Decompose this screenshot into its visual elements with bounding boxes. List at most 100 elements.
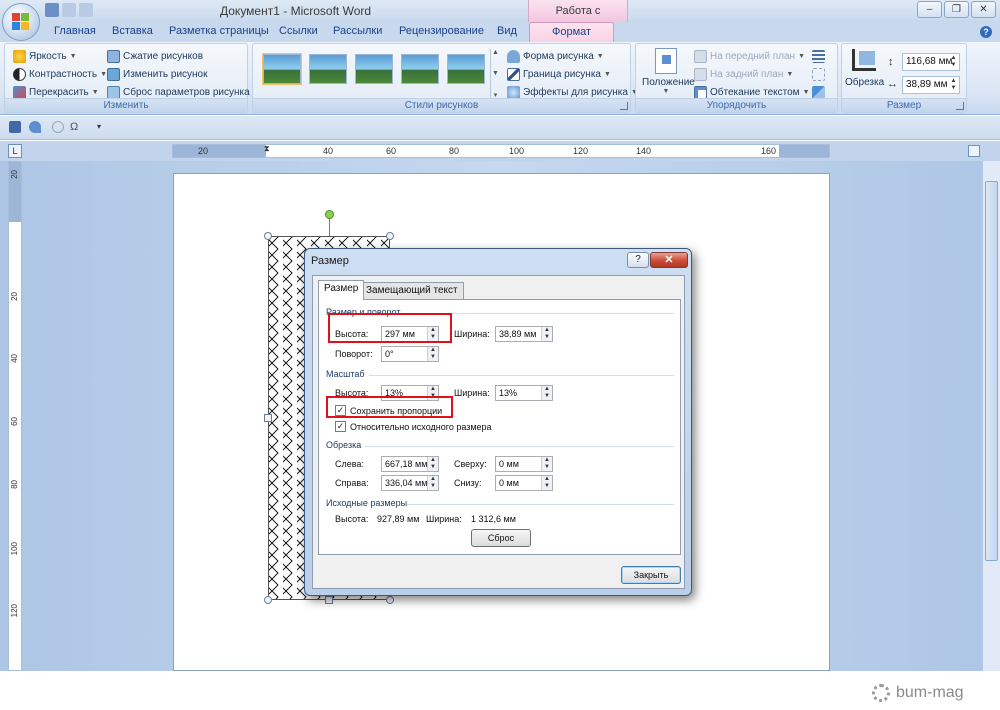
redo-icon[interactable] (79, 3, 93, 17)
close-button[interactable]: Закрыть (621, 566, 681, 584)
original-height-label: Высота: (335, 514, 369, 524)
resize-handle[interactable] (325, 596, 333, 604)
compress-pictures-button[interactable]: Сжатие рисунков (107, 48, 203, 64)
change-picture-button[interactable]: Изменить рисунок (107, 66, 208, 82)
original-width-value: 1 312,6 мм (471, 514, 516, 524)
group-styles-label: Стили рисунков (253, 98, 630, 112)
tab-format[interactable]: Формат (529, 22, 615, 43)
styles-launcher-icon[interactable] (620, 102, 628, 110)
crop-top-spinner[interactable]: ▲ ▼ (541, 457, 552, 471)
scrollbar-thumb[interactable] (985, 181, 998, 561)
reset-button[interactable]: Сброс (471, 529, 531, 547)
crop-bottom-input[interactable]: 0 мм ▲ ▼ (495, 475, 553, 491)
tab-mailings[interactable]: Рассылки (333, 25, 382, 37)
crop-top-input[interactable]: 0 мм ▲ ▼ (495, 456, 553, 472)
crop-left-input[interactable]: 667,18 мм ▲ ▼ (381, 456, 439, 472)
send-back-button[interactable]: На задний план ▼ (694, 66, 793, 82)
tab-review[interactable]: Рецензирование (399, 25, 484, 37)
dialog-help-button[interactable]: ? (627, 252, 649, 268)
scale-width-spinner[interactable]: ▲ ▼ (541, 386, 552, 400)
indent-marker-icon[interactable]: ⧗ (264, 144, 270, 154)
group-arrange: Положение ▼ На передний план ▼ На задний п… (635, 43, 838, 113)
quick-access-toolbar: Ω ▾ (0, 116, 1000, 140)
tab-alt-text[interactable]: Замещающий текст (360, 282, 464, 299)
ruler-number: 160 (761, 146, 777, 156)
bring-front-label: На передний план (710, 50, 796, 62)
crop-right-spinner[interactable]: ▲ ▼ (427, 476, 438, 490)
tab-home[interactable]: Главная (54, 25, 96, 37)
width-input[interactable]: 38,89 мм ▲ ▼ (495, 326, 553, 342)
tab-insert[interactable]: Вставка (112, 25, 153, 37)
picture-style-1[interactable] (262, 53, 302, 85)
picture-style-3[interactable] (355, 54, 393, 84)
ruler-number: 80 (10, 480, 19, 489)
resize-handle[interactable] (386, 596, 394, 604)
scale-width-value: 13% (499, 388, 518, 398)
ribbon-height-input[interactable]: 116,68 мм ▲ ▼ (902, 53, 960, 71)
rotation-handle[interactable] (325, 210, 334, 219)
vertical-ruler[interactable]: 20 20 40 60 80 100 120 (8, 161, 22, 671)
crop-left-value: 667,18 мм (385, 459, 428, 469)
send-back-label: На задний план (710, 68, 784, 80)
width-spinner[interactable]: ▲ ▼ (949, 78, 958, 92)
crop-right-input[interactable]: 336,04 мм ▲ ▼ (381, 475, 439, 491)
undo-icon[interactable] (62, 3, 76, 17)
restore-button[interactable]: ❐ (944, 1, 969, 18)
save-icon[interactable] (45, 3, 59, 17)
resize-handle[interactable] (386, 232, 394, 240)
size-launcher-icon[interactable] (956, 102, 964, 110)
customize-qat-icon[interactable]: ▾ (97, 121, 109, 133)
align-button[interactable] (812, 48, 825, 64)
vertical-scrollbar[interactable] (982, 161, 1000, 671)
picture-style-4[interactable] (401, 54, 439, 84)
crop-bottom-spinner[interactable]: ▲ ▼ (541, 476, 552, 490)
office-button[interactable] (2, 3, 40, 41)
crop-left-spinner[interactable]: ▲ ▼ (427, 457, 438, 471)
symbol-icon[interactable]: Ω (70, 121, 82, 133)
picture-shape-label: Форма рисунка (523, 50, 594, 62)
tab-page-layout[interactable]: Разметка страницы (169, 25, 269, 37)
picture-style-2[interactable] (309, 54, 347, 84)
reset-picture-label: Сброс параметров рисунка (123, 86, 250, 98)
resize-handle[interactable] (264, 414, 272, 422)
contrast-button[interactable]: Контрастность ▼ (13, 66, 107, 82)
picture-style-5[interactable] (447, 54, 485, 84)
height-spinner[interactable]: ▲ ▼ (949, 55, 958, 69)
gallery-scroll[interactable]: ▲ ▼ ▾ (490, 49, 500, 99)
rotation-input[interactable]: 0° ▲ ▼ (381, 346, 439, 362)
brightness-button[interactable]: Яркость ▼ (13, 48, 77, 64)
save-icon[interactable] (9, 121, 21, 133)
position-button[interactable]: Положение ▼ (642, 46, 695, 96)
watermark: bum-mag (872, 684, 964, 702)
undo-icon[interactable] (29, 121, 41, 133)
tab-references[interactable]: Ссылки (279, 25, 318, 37)
rotation-spinner[interactable]: ▲ ▼ (427, 347, 438, 361)
rotation-line (329, 219, 330, 236)
picture-border-button[interactable]: Граница рисунка ▼ (507, 66, 611, 82)
view-ruler-icon[interactable] (968, 145, 980, 157)
section-scale: Масштаб (326, 369, 365, 379)
redo-icon[interactable] (52, 121, 64, 133)
tab-view[interactable]: Вид (497, 25, 517, 37)
resize-handle[interactable] (264, 232, 272, 240)
tab-selector-icon[interactable]: L (8, 144, 22, 158)
group-objects-button[interactable] (812, 66, 825, 82)
close-window-button[interactable]: ✕ (971, 1, 996, 18)
resize-handle[interactable] (264, 596, 272, 604)
horizontal-ruler[interactable]: 20 40 60 80 100 120 140 160 ⧗ (172, 144, 830, 158)
crop-button[interactable]: Обрезка (845, 46, 884, 96)
ruler-number: 20 (10, 170, 19, 179)
picture-shape-button[interactable]: Форма рисунка ▼ (507, 48, 604, 64)
relative-original-checkbox[interactable]: ✓ (335, 421, 346, 432)
dialog-close-x-button[interactable]: ✕ (650, 252, 688, 268)
minimize-button[interactable]: – (917, 1, 942, 18)
recolor-icon (13, 85, 26, 99)
ribbon-width-input[interactable]: 38,89 мм ▲ ▼ (902, 76, 960, 94)
bring-front-button[interactable]: На передний план ▼ (694, 48, 805, 64)
tab-size[interactable]: Размер (318, 280, 365, 300)
ruler-number: 60 (10, 417, 19, 426)
align-icon (812, 49, 825, 63)
width-spinner[interactable]: ▲ ▼ (541, 327, 552, 341)
help-icon[interactable]: ? (980, 26, 992, 38)
scale-width-input[interactable]: 13% ▲ ▼ (495, 385, 553, 401)
